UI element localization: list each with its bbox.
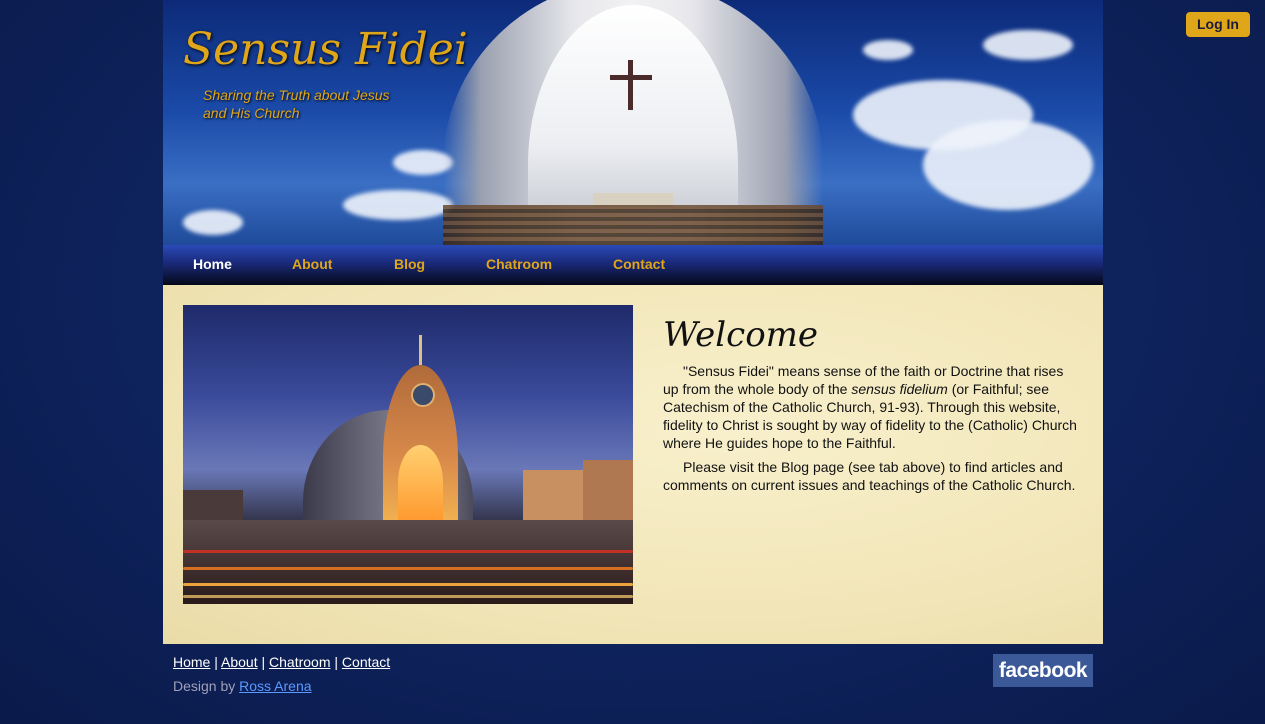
design-credit: Design by Ross Arena <box>173 678 312 694</box>
nav-item-about[interactable]: About <box>292 256 332 272</box>
nav-item-chatroom[interactable]: Chatroom <box>486 256 552 272</box>
page-wrapper: Sensus Fidei Sharing the Truth about Jes… <box>163 0 1103 724</box>
church-exterior-photo <box>183 305 633 604</box>
site-title: Sensus Fidei <box>183 24 468 75</box>
nav-item-contact[interactable]: Contact <box>613 256 665 272</box>
blog-paragraph: Please visit the Blog page (see tab abov… <box>663 459 1076 493</box>
footer: Home | About | Chatroom | Contact Design… <box>163 644 1103 724</box>
designer-link[interactable]: Ross Arena <box>239 678 311 694</box>
footer-link-home[interactable]: Home <box>173 654 210 670</box>
header-banner: Sensus Fidei Sharing the Truth about Jes… <box>163 0 1103 245</box>
footer-link-contact[interactable]: Contact <box>342 654 390 670</box>
welcome-heading: Welcome <box>663 315 819 355</box>
intro-paragraph: "Sensus Fidei" means sense of the faith … <box>663 363 1077 451</box>
facebook-button[interactable]: facebook <box>993 654 1093 687</box>
login-button[interactable]: Log In <box>1186 12 1250 37</box>
main-content: Welcome "Sensus Fidei" means sense of th… <box>163 285 1103 644</box>
footer-link-about[interactable]: About <box>221 654 258 670</box>
footer-links: Home | About | Chatroom | Contact <box>173 654 391 670</box>
footer-link-chatroom[interactable]: Chatroom <box>269 654 330 670</box>
church-interior-image <box>443 0 823 245</box>
main-nav: Home About Blog Chatroom Contact <box>163 245 1103 285</box>
nav-item-blog[interactable]: Blog <box>394 256 425 272</box>
site-tagline: Sharing the Truth about Jesus and His Ch… <box>203 87 390 121</box>
nav-item-home[interactable]: Home <box>193 256 232 272</box>
